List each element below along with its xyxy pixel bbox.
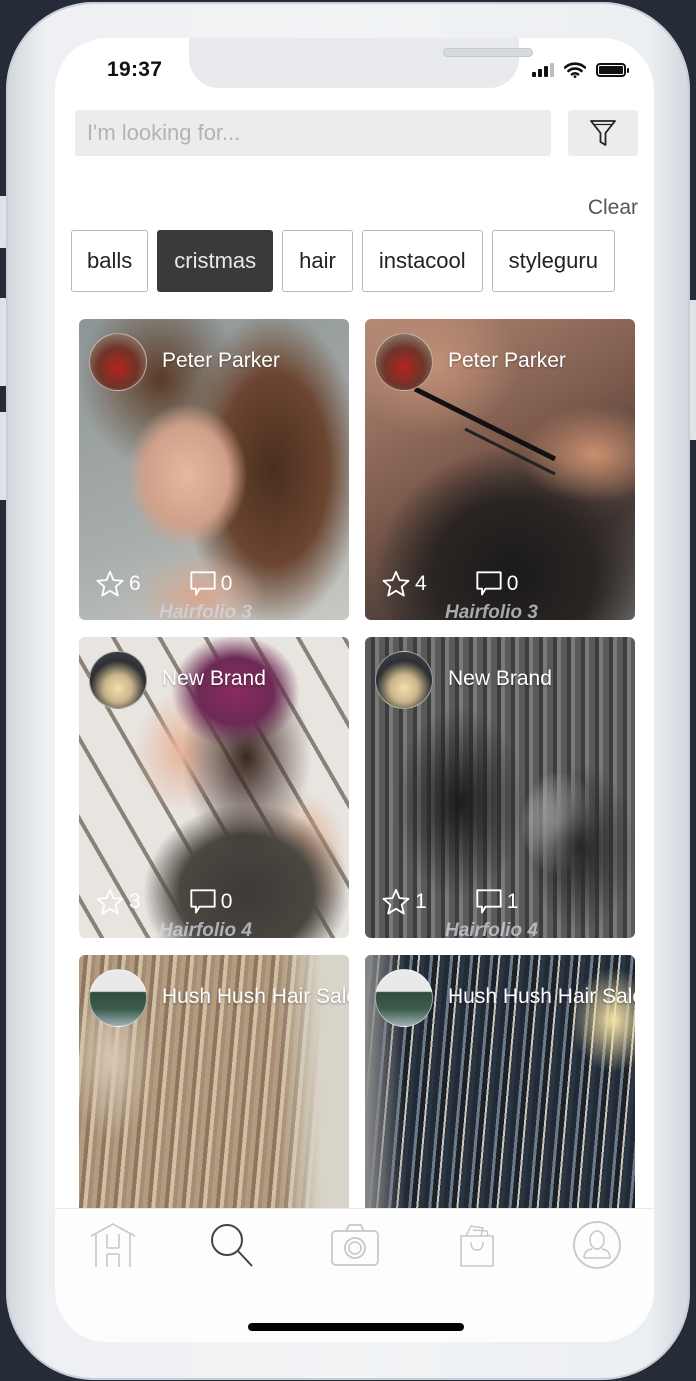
author-name[interactable]: New Brand xyxy=(162,667,266,691)
tab-profile[interactable] xyxy=(569,1219,625,1271)
comment-icon xyxy=(476,889,502,914)
comment-icon xyxy=(190,889,216,914)
home-indicator[interactable] xyxy=(248,1323,464,1331)
signal-icon xyxy=(532,63,554,77)
notch xyxy=(189,38,533,88)
filter-button[interactable] xyxy=(568,110,638,156)
tab-bar xyxy=(55,1208,654,1342)
author-name[interactable]: New Brand xyxy=(448,667,552,691)
clear-tags-button[interactable]: Clear xyxy=(588,196,638,220)
comment-count[interactable]: 0 xyxy=(189,888,233,916)
author-avatar[interactable] xyxy=(375,333,433,391)
post-stats: 6 0 xyxy=(95,570,232,598)
comment-icon xyxy=(190,571,216,596)
author-name[interactable]: Hush Hush Hair Salon xyxy=(162,985,349,1009)
author-avatar[interactable] xyxy=(89,333,147,391)
star-icon xyxy=(382,888,410,915)
comment-count-value: 1 xyxy=(506,890,519,913)
post-card[interactable]: New Brand 1 1 Hairfolio 4 xyxy=(365,637,635,938)
search-icon xyxy=(211,1224,253,1267)
watermark: Hairfolio 3 xyxy=(445,602,538,620)
author-name[interactable]: Hush Hush Hair Salon xyxy=(448,985,635,1009)
star-count[interactable]: 4 xyxy=(381,570,427,598)
star-count-value: 6 xyxy=(129,572,141,595)
watermark: Hairfolio 3 xyxy=(159,602,252,620)
post-card[interactable]: Hush Hush Hair Salon xyxy=(79,955,349,1215)
star-count-value: 1 xyxy=(415,890,427,913)
phone-frame: 19:37 Clear balls cristmas hair xyxy=(6,2,690,1380)
tag-chip-instacool[interactable]: instacool xyxy=(361,230,483,292)
star-icon xyxy=(96,888,124,915)
post-stats: 1 1 xyxy=(381,888,518,916)
comment-count-value: 0 xyxy=(220,572,233,595)
star-count[interactable]: 1 xyxy=(381,888,427,916)
author-name[interactable]: Peter Parker xyxy=(448,349,566,373)
tag-list: balls cristmas hair instacool styleguru xyxy=(71,230,615,292)
status-icons xyxy=(532,62,629,78)
tab-search[interactable] xyxy=(205,1219,261,1271)
author-avatar[interactable] xyxy=(89,969,147,1027)
comment-count-value: 0 xyxy=(220,890,233,913)
profile-icon xyxy=(573,1221,621,1269)
star-count[interactable]: 3 xyxy=(95,888,141,916)
post-card[interactable]: New Brand 3 0 Hairfolio 4 xyxy=(79,637,349,938)
post-stats: 4 0 xyxy=(381,570,518,598)
comment-icon xyxy=(476,571,502,596)
watermark: Hairfolio 4 xyxy=(445,920,538,938)
author-avatar[interactable] xyxy=(375,969,433,1027)
camera-icon xyxy=(331,1224,379,1266)
star-icon xyxy=(96,570,124,597)
comment-count-value: 0 xyxy=(506,572,519,595)
tag-chip-hair[interactable]: hair xyxy=(282,230,353,292)
star-icon xyxy=(382,570,410,597)
search-input[interactable] xyxy=(75,110,551,156)
post-card[interactable]: Hush Hush Hair Salon xyxy=(365,955,635,1215)
tag-chip-cristmas[interactable]: cristmas xyxy=(157,230,274,292)
wifi-icon xyxy=(564,62,586,78)
funnel-icon xyxy=(590,120,616,146)
tab-home[interactable] xyxy=(85,1219,141,1271)
star-count[interactable]: 6 xyxy=(95,570,141,598)
tab-camera[interactable] xyxy=(327,1219,383,1271)
speaker xyxy=(443,48,533,57)
comment-count[interactable]: 1 xyxy=(475,888,519,916)
status-time: 19:37 xyxy=(107,58,163,81)
author-name[interactable]: Peter Parker xyxy=(162,349,280,373)
star-count-value: 3 xyxy=(129,890,141,913)
post-card[interactable]: Peter Parker 6 0 Hairfolio 3 xyxy=(79,319,349,620)
star-count-value: 4 xyxy=(415,572,427,595)
battery-icon xyxy=(596,63,629,77)
home-icon xyxy=(90,1223,136,1267)
tag-chip-styleguru[interactable]: styleguru xyxy=(491,230,615,292)
post-stats: 3 0 xyxy=(95,888,232,916)
tag-chip-balls[interactable]: balls xyxy=(71,230,149,292)
watermark: Hairfolio 4 xyxy=(159,920,252,938)
screen: 19:37 Clear balls cristmas hair xyxy=(55,38,654,1342)
tab-shop[interactable] xyxy=(449,1219,505,1271)
author-avatar[interactable] xyxy=(89,651,147,709)
comment-count[interactable]: 0 xyxy=(189,570,233,598)
author-avatar[interactable] xyxy=(375,651,433,709)
shopping-bag-icon xyxy=(460,1225,494,1267)
comment-count[interactable]: 0 xyxy=(475,570,519,598)
post-card[interactable]: Peter Parker 4 0 Hairfolio 3 xyxy=(365,319,635,620)
